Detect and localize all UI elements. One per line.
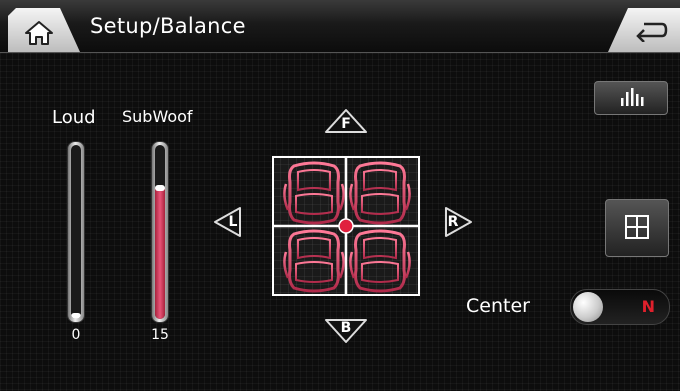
- home-button[interactable]: [8, 8, 80, 52]
- subwoof-slider[interactable]: [151, 141, 169, 323]
- balance-panel: Loud 0 SubWoof 15 F L R B Center N: [0, 53, 680, 391]
- subwoof-slider-track: [155, 145, 165, 319]
- loud-label: Loud: [52, 107, 96, 128]
- subwoof-value: 15: [151, 327, 169, 343]
- center-label: Center: [466, 295, 530, 317]
- center-toggle-state: N: [641, 297, 655, 316]
- loud-slider[interactable]: [67, 141, 85, 323]
- balance-marker[interactable]: [338, 218, 354, 234]
- center-balance-icon: [625, 215, 649, 239]
- back-balance-label: B: [340, 320, 352, 336]
- equalizer-icon: [621, 88, 644, 106]
- right-label: R: [447, 214, 459, 230]
- left-button[interactable]: L: [212, 205, 244, 239]
- right-button[interactable]: R: [442, 205, 474, 239]
- back-button[interactable]: [608, 8, 680, 52]
- center-balance-button[interactable]: [605, 199, 669, 257]
- title-bar: Setup/Balance: [0, 0, 680, 53]
- subwoof-label: SubWoof: [122, 107, 193, 126]
- back-arrow-icon: [636, 22, 668, 42]
- back-balance-button[interactable]: B: [322, 317, 370, 345]
- loud-slider-track: [71, 145, 81, 319]
- loud-value: 0: [71, 327, 81, 343]
- subwoof-slider-knob[interactable]: [155, 185, 165, 191]
- left-label: L: [228, 214, 238, 230]
- front-label: F: [341, 116, 351, 132]
- subwoof-slider-fill: [155, 188, 165, 319]
- seat-map-graphic: [274, 158, 418, 294]
- loud-slider-knob[interactable]: [71, 313, 81, 319]
- toggle-knob[interactable]: [573, 292, 603, 322]
- center-toggle[interactable]: N: [570, 289, 670, 325]
- front-button[interactable]: F: [322, 107, 370, 135]
- page-title: Setup/Balance: [90, 14, 246, 38]
- equalizer-button[interactable]: [594, 81, 668, 115]
- home-icon: [25, 21, 53, 45]
- balance-seat-map[interactable]: [272, 156, 420, 296]
